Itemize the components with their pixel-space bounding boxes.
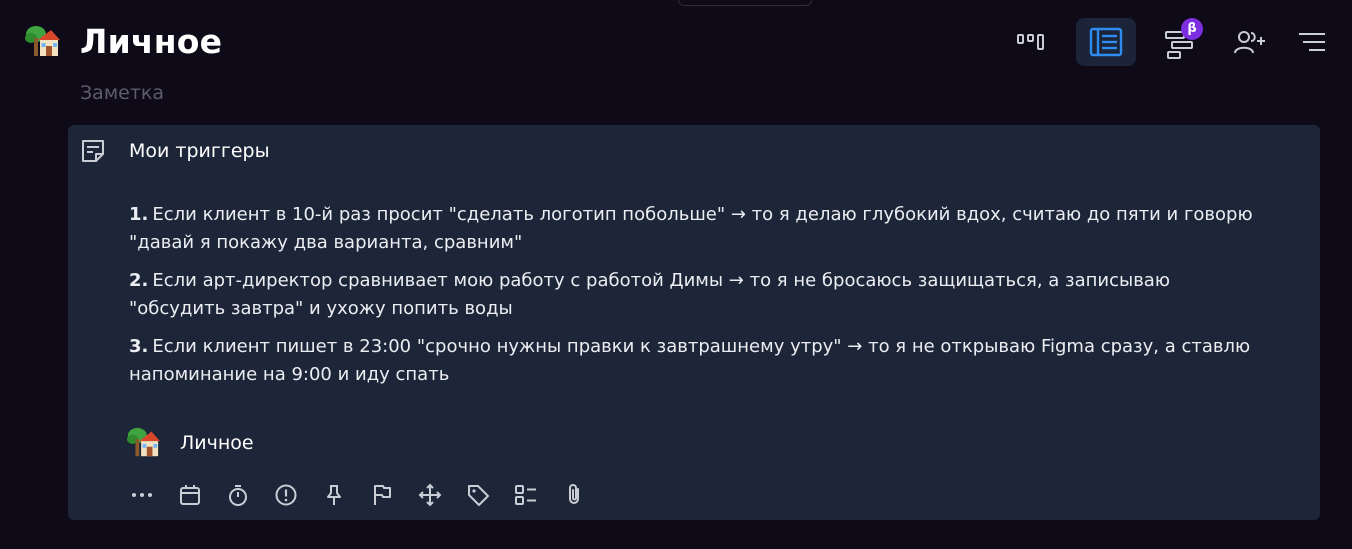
page-title: Личное: [80, 22, 223, 61]
house-with-tree-emoji: [126, 427, 160, 457]
flag-button[interactable]: [370, 483, 394, 507]
timer-icon: [229, 485, 247, 506]
item-number: 1.: [129, 204, 149, 225]
checklist-icon: [515, 485, 536, 505]
more-button[interactable]: [130, 483, 154, 507]
board-view-icon: [1017, 34, 1044, 50]
board-view-button[interactable]: [1001, 18, 1061, 66]
note-icon: [82, 140, 104, 162]
timeline-view-button[interactable]: β: [1150, 18, 1210, 66]
pin-icon: [327, 485, 341, 505]
priority-icon: [275, 484, 297, 506]
timer-button[interactable]: [226, 483, 250, 507]
priority-button[interactable]: [274, 483, 298, 507]
pin-button[interactable]: [322, 483, 346, 507]
tag-icon: [468, 485, 489, 506]
tag-button[interactable]: [466, 483, 490, 507]
item-number: 3.: [129, 336, 149, 357]
item-text: Если клиент пишет в 23:00 "срочно нужны …: [129, 336, 1251, 385]
flag-icon: [374, 485, 391, 505]
list-item: 1. Если клиент в 10-й раз просит "сделать…: [129, 201, 1269, 257]
attachment-icon: [569, 484, 579, 504]
house-with-tree-emoji: [25, 26, 60, 56]
beta-badge: β: [1181, 18, 1203, 40]
item-number: 2.: [129, 270, 149, 291]
more-icon: [132, 493, 152, 497]
list-item: 3. Если клиент пишет в 23:00 "срочно нужн…: [129, 333, 1269, 389]
add-member-icon: [1234, 31, 1265, 54]
sort-button[interactable]: [1282, 18, 1342, 66]
checklist-button[interactable]: [514, 483, 538, 507]
add-member-button[interactable]: [1220, 18, 1280, 66]
sort-icon: [1299, 33, 1325, 51]
note-title[interactable]: Мои триггеры: [129, 138, 270, 165]
list-view-button[interactable]: [1076, 18, 1136, 66]
due-date-button[interactable]: [178, 483, 202, 507]
item-text: Если клиент в 10-й раз просит "сделать л…: [129, 204, 1253, 253]
note-card[interactable]: Мои триггеры 1. Если клиент в 10-й раз пр…: [68, 125, 1320, 520]
move-button[interactable]: [418, 483, 442, 507]
note-toolbar: [130, 481, 610, 509]
project-label: Личное: [180, 432, 254, 454]
list-item: 2. Если арт-директор сравнивает мою работ…: [129, 267, 1269, 323]
page-subtitle: Заметка: [80, 82, 165, 104]
project-selector[interactable]: Личное: [126, 425, 254, 461]
list-view-icon: [1089, 27, 1123, 57]
move-icon: [418, 483, 442, 507]
page-header: Личное Заметка β: [0, 0, 1352, 110]
note-body[interactable]: 1. Если клиент в 10-й раз просит "сделать…: [129, 201, 1269, 399]
item-text: Если арт-директор сравнивает мою работу …: [129, 270, 1170, 319]
attachment-button[interactable]: [562, 483, 586, 507]
calendar-icon: [180, 485, 200, 505]
